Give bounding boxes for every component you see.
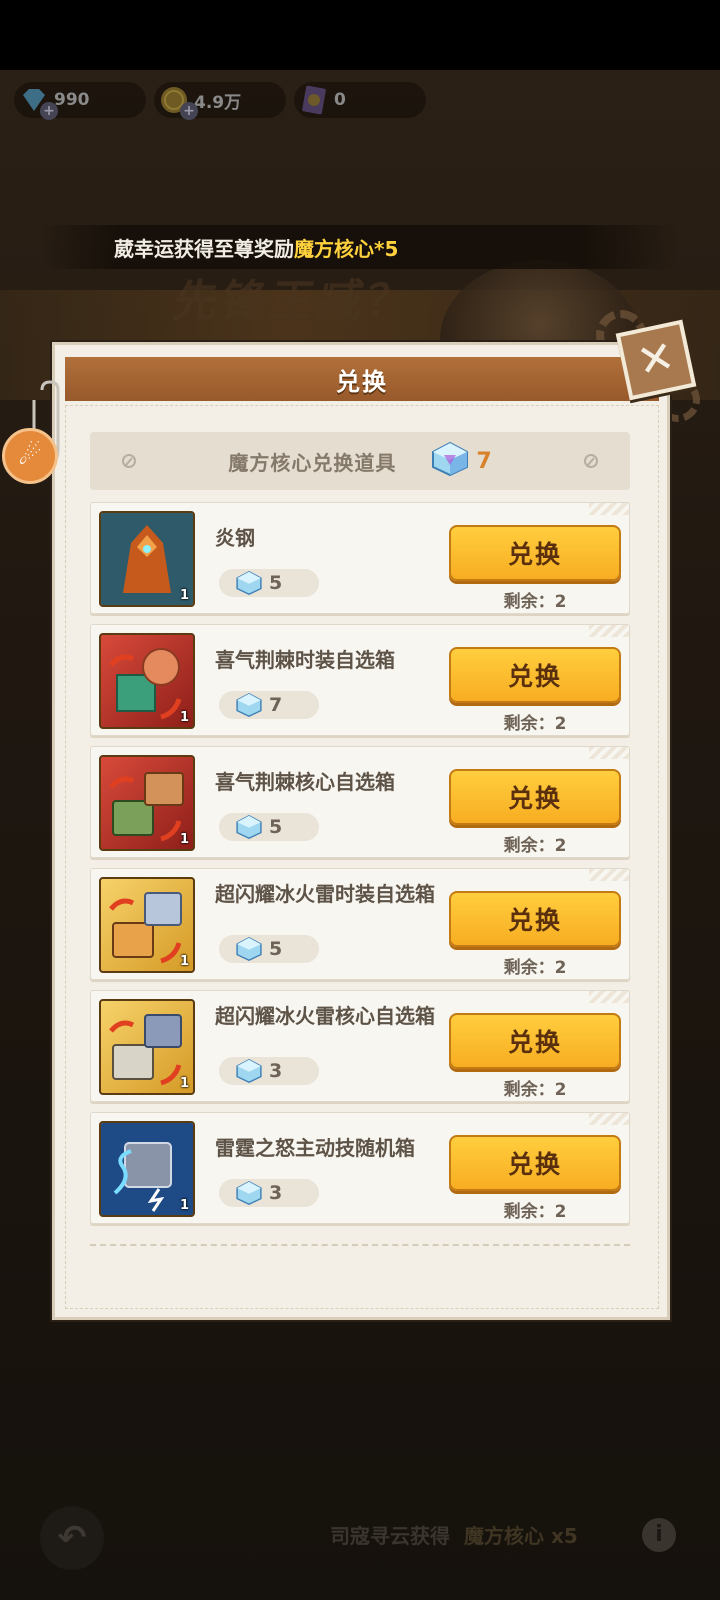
item-name: 超闪耀冰火雷核心自选箱 bbox=[215, 1004, 435, 1028]
panel-header: 兑换 bbox=[65, 357, 659, 401]
item-thumbnail: 1 bbox=[99, 1121, 195, 1217]
pin-icon bbox=[122, 454, 136, 468]
item-quantity: 1 bbox=[179, 954, 189, 969]
cube-core-icon bbox=[236, 937, 262, 961]
exchange-list: 1 炎钢 5 兑换 剩余：2 1 喜气荆棘时装自选箱 7 兑换 剩余：2 1 喜… bbox=[90, 502, 630, 1234]
item-quantity: 1 bbox=[179, 832, 189, 847]
item-cost-value: 3 bbox=[269, 1060, 283, 1082]
item-thumbnail: 1 bbox=[99, 877, 195, 973]
exchange-button[interactable]: 兑换 bbox=[449, 1135, 621, 1191]
exchange-button-label: 兑换 bbox=[507, 906, 562, 935]
acquisition-item: 魔方核心 x5 bbox=[464, 1524, 578, 1548]
acquisition-source: 司寇寻云获得 bbox=[330, 1524, 450, 1548]
list-item: 1 超闪耀冰火雷时装自选箱 5 兑换 剩余：2 bbox=[90, 868, 630, 980]
exchange-button-label: 兑换 bbox=[507, 662, 562, 691]
remaining-count: 剩余：2 bbox=[503, 836, 567, 856]
cube-core-icon bbox=[236, 693, 262, 717]
reward-toast: 葳幸运获得至尊奖励 魔方核心*5 bbox=[40, 225, 680, 269]
list-item: 1 雷霆之怒主动技随机箱 3 兑换 剩余：2 bbox=[90, 1112, 630, 1224]
item-cost-value: 7 bbox=[269, 694, 283, 716]
item-name: 超闪耀冰火雷时装自选箱 bbox=[215, 882, 435, 906]
exchange-button[interactable]: 兑换 bbox=[449, 1013, 621, 1069]
item-quantity: 1 bbox=[179, 710, 189, 725]
item-quantity: 1 bbox=[179, 1198, 189, 1213]
acquisition-message: 司寇寻云获得 魔方核心 x5 bbox=[330, 1520, 578, 1549]
list-item: 1 喜气荆棘核心自选箱 5 兑换 剩余：2 bbox=[90, 746, 630, 858]
resource-card[interactable]: 0 bbox=[294, 82, 426, 118]
remaining-count: 剩余：2 bbox=[503, 714, 567, 734]
exchange-button-label: 兑换 bbox=[507, 784, 562, 813]
item-cost: 7 bbox=[219, 691, 319, 719]
item-name: 炎钢 bbox=[215, 526, 255, 550]
add-icon: + bbox=[40, 102, 58, 120]
resource-bar: + 990 + 4.9万 0 bbox=[0, 70, 720, 130]
toast-text: 葳幸运获得至尊奖励 bbox=[114, 236, 294, 261]
item-name: 雷霆之怒主动技随机箱 bbox=[215, 1136, 415, 1160]
item-thumbnail: 1 bbox=[99, 511, 195, 607]
remaining-count: 剩余：2 bbox=[503, 958, 567, 978]
list-item: 1 炎钢 5 兑换 剩余：2 bbox=[90, 502, 630, 614]
pin-icon bbox=[584, 454, 598, 468]
add-icon: + bbox=[180, 102, 198, 120]
cube-core-icon bbox=[236, 1181, 262, 1205]
item-cost: 5 bbox=[219, 813, 319, 841]
item-cost-value: 5 bbox=[269, 816, 283, 838]
card-count: 0 bbox=[334, 90, 346, 110]
exchange-button[interactable]: 兑换 bbox=[449, 647, 621, 703]
item-name: 喜气荆棘核心自选箱 bbox=[215, 770, 395, 794]
close-icon: ✕ bbox=[632, 330, 680, 389]
exchange-button[interactable]: 兑换 bbox=[449, 769, 621, 825]
item-cost: 5 bbox=[219, 935, 319, 963]
list-item: 1 超闪耀冰火雷核心自选箱 3 兑换 剩余：2 bbox=[90, 990, 630, 1102]
exchange-button[interactable]: 兑换 bbox=[449, 525, 621, 581]
item-cost-value: 3 bbox=[269, 1182, 283, 1204]
item-thumbnail: 1 bbox=[99, 633, 195, 729]
remaining-count: 剩余：2 bbox=[503, 592, 567, 612]
exchange-button-label: 兑换 bbox=[507, 1028, 562, 1057]
back-button[interactable]: ↶ bbox=[40, 1506, 104, 1570]
list-item: 1 喜气荆棘时装自选箱 7 兑换 剩余：2 bbox=[90, 624, 630, 736]
back-arrow-icon: ↶ bbox=[57, 1518, 87, 1558]
cube-core-icon bbox=[236, 1059, 262, 1083]
exchange-button-label: 兑换 bbox=[507, 1150, 562, 1179]
divider bbox=[90, 1244, 630, 1246]
info-icon[interactable]: i bbox=[642, 1518, 676, 1552]
item-cost-value: 5 bbox=[269, 938, 283, 960]
item-quantity: 1 bbox=[179, 1076, 189, 1091]
close-button[interactable]: ✕ bbox=[615, 319, 697, 401]
item-name: 喜气荆棘时装自选箱 bbox=[215, 648, 395, 672]
cube-core-icon bbox=[236, 571, 262, 595]
item-cost: 5 bbox=[219, 569, 319, 597]
core-count: 7 bbox=[476, 448, 492, 474]
panel-title: 兑换 bbox=[336, 367, 388, 396]
exchange-button[interactable]: 兑换 bbox=[449, 891, 621, 947]
item-quantity: 1 bbox=[179, 588, 189, 603]
resource-coin[interactable]: + 4.9万 bbox=[154, 82, 286, 120]
toast-highlight: 魔方核心*5 bbox=[294, 236, 399, 261]
item-thumbnail: 1 bbox=[99, 755, 195, 851]
resource-gem[interactable]: + 990 bbox=[14, 82, 146, 120]
subheader-title: 魔方核心兑换道具 bbox=[228, 450, 397, 475]
remaining-count: 剩余：2 bbox=[503, 1080, 567, 1100]
gem-count: 990 bbox=[54, 90, 90, 110]
exchange-subheader: 魔方核心兑换道具 7 bbox=[90, 432, 630, 490]
cube-core-icon bbox=[236, 815, 262, 839]
item-cost: 3 bbox=[219, 1057, 319, 1085]
remaining-count: 剩余：2 bbox=[503, 1202, 567, 1222]
background-title: 先锋王臧？ bbox=[169, 276, 419, 327]
item-cost-value: 5 bbox=[269, 572, 283, 594]
item-thumbnail: 1 bbox=[99, 999, 195, 1095]
exchange-button-label: 兑换 bbox=[507, 540, 562, 569]
item-cost: 3 bbox=[219, 1179, 319, 1207]
cube-core-icon bbox=[430, 441, 470, 481]
card-icon bbox=[294, 82, 334, 118]
coin-count: 4.9万 bbox=[194, 92, 242, 113]
side-badge-icon[interactable]: ☄ bbox=[2, 428, 58, 484]
